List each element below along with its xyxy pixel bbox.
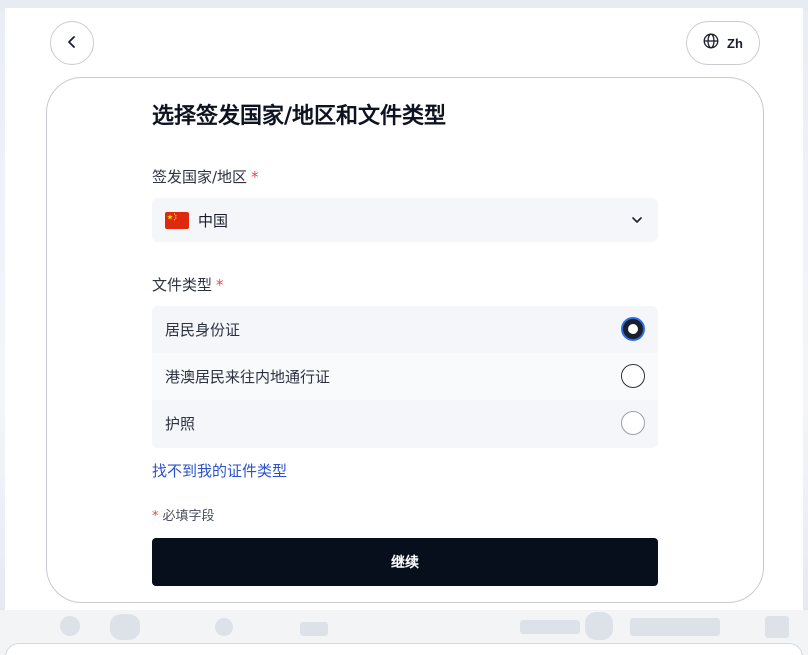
radio-button[interactable] — [621, 411, 645, 435]
document-option-passport[interactable]: 护照 — [152, 400, 658, 447]
document-option-label: 居民身份证 — [165, 321, 241, 339]
country-value: 中国 — [198, 211, 229, 230]
globe-icon — [703, 33, 719, 53]
country-label: 签发国家/地区 * — [152, 167, 259, 187]
document-option-label: 港澳居民来往内地通行证 — [165, 368, 331, 386]
radio-button-selected[interactable] — [621, 317, 645, 341]
required-fields-note: * 必填字段 — [152, 508, 215, 526]
country-select[interactable]: 中国 — [152, 198, 658, 242]
radio-button[interactable] — [621, 364, 645, 388]
chevron-left-icon — [65, 34, 79, 53]
chevron-down-icon — [630, 212, 644, 231]
language-button[interactable]: Zh — [686, 21, 760, 65]
document-type-label-text: 文件类型 — [152, 276, 213, 294]
continue-label: 继续 — [391, 555, 419, 571]
document-type-label: 文件类型 * — [152, 275, 224, 295]
required-mark: * — [152, 509, 159, 524]
missing-document-link[interactable]: 找不到我的证件类型 — [152, 461, 287, 481]
required-mark: * — [251, 168, 259, 186]
bottom-card — [5, 643, 803, 655]
document-option-label: 护照 — [165, 415, 196, 433]
language-label: Zh — [727, 35, 743, 51]
china-flag-icon — [165, 211, 189, 229]
required-fields-text: 必填字段 — [162, 509, 215, 524]
page-title: 选择签发国家/地区和文件类型 — [152, 104, 447, 129]
document-type-list: 居民身份证 港澳居民来往内地通行证 护照 — [152, 306, 658, 448]
back-button[interactable] — [50, 21, 94, 65]
document-option-id-card[interactable]: 居民身份证 — [152, 306, 658, 353]
country-label-text: 签发国家/地区 — [152, 168, 248, 186]
continue-button[interactable]: 继续 — [152, 538, 658, 586]
required-mark: * — [216, 276, 224, 294]
document-option-hk-macau-permit[interactable]: 港澳居民来往内地通行证 — [152, 353, 658, 400]
